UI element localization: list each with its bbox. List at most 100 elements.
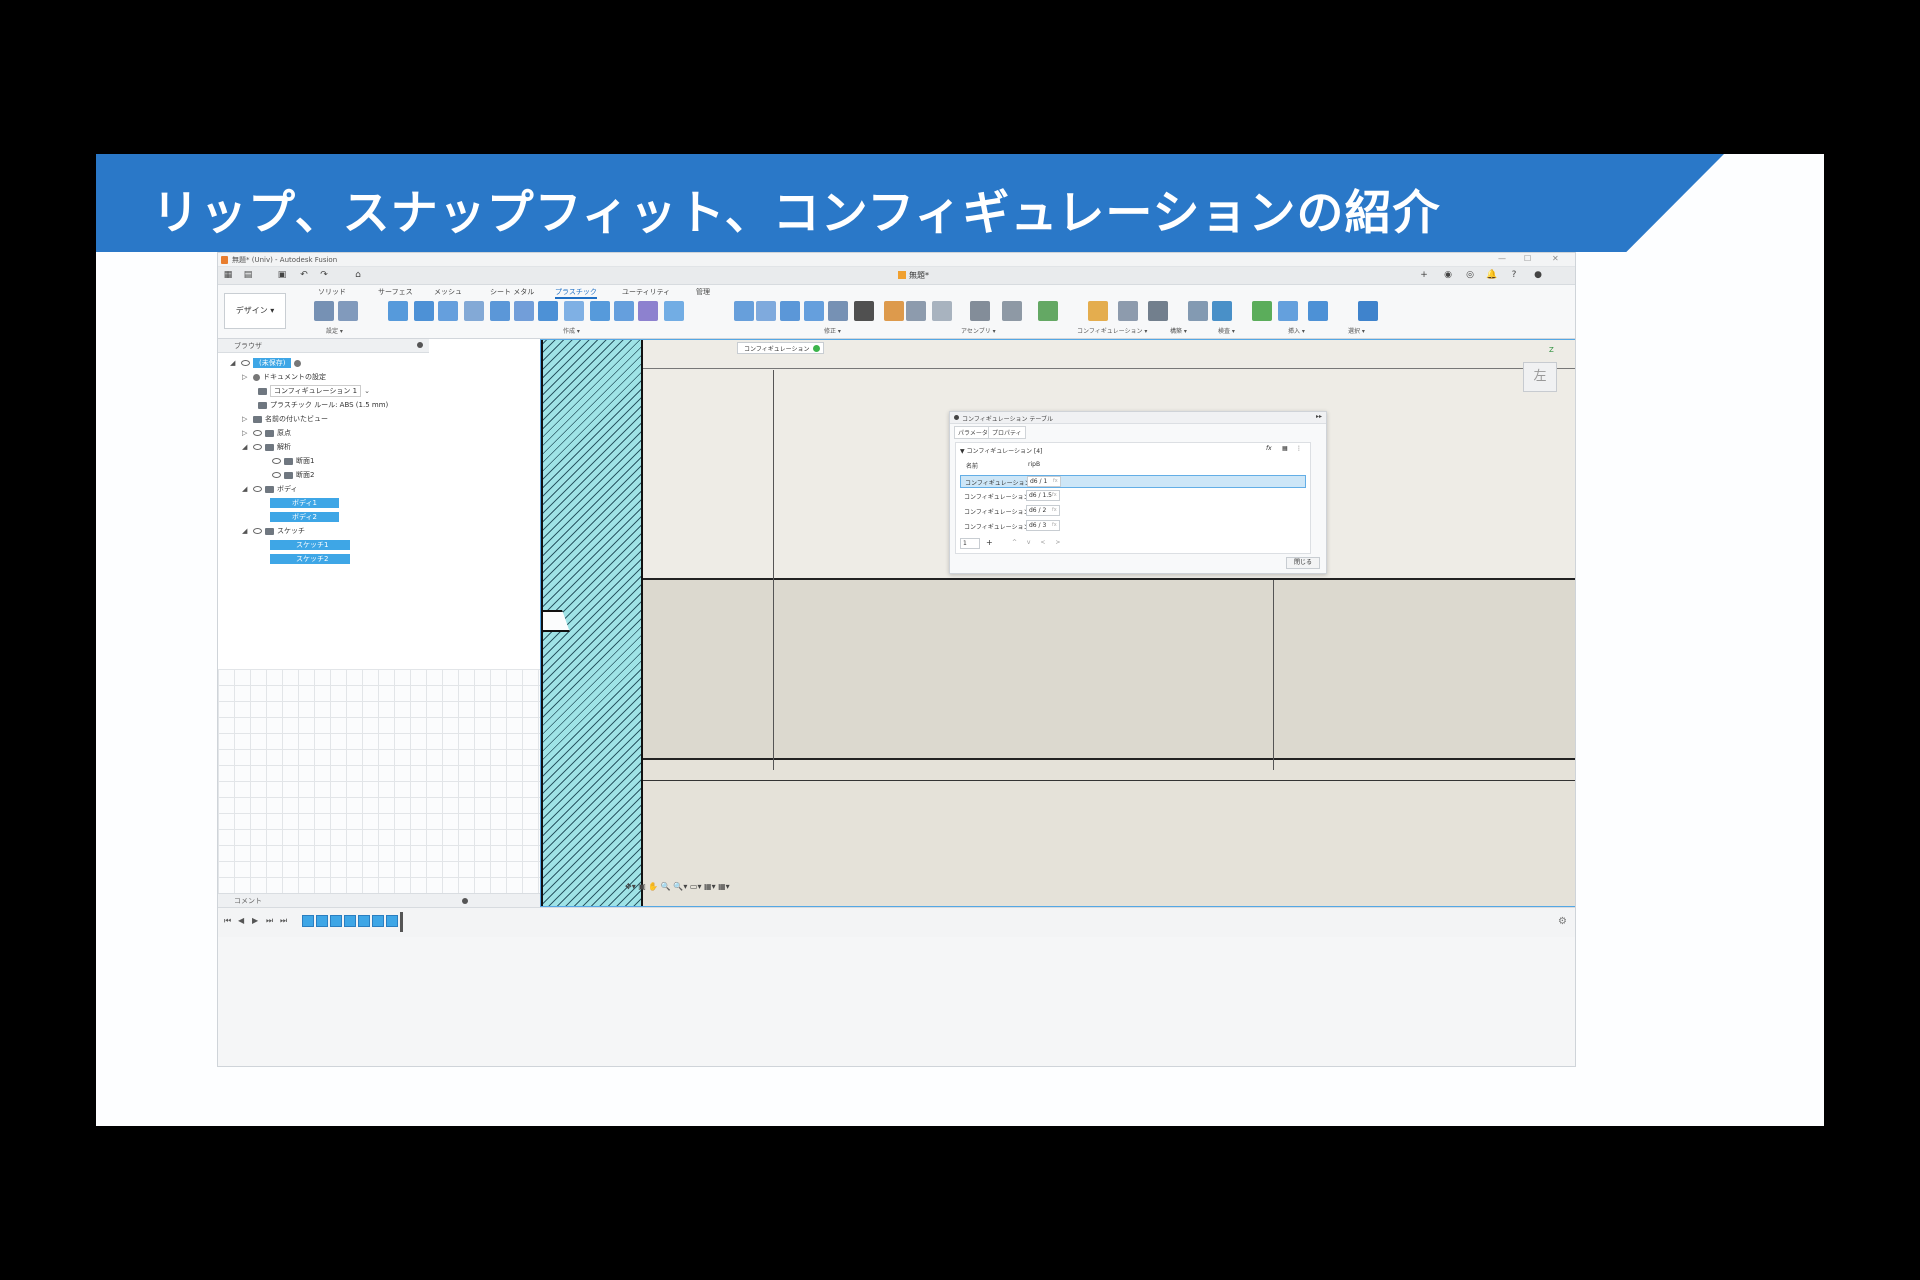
save-icon[interactable]: ▣ [276,270,288,281]
go-to-start-button[interactable]: ⏮ [224,916,231,926]
close-window-button[interactable]: ✕ [1552,254,1559,263]
tree-sketch-2[interactable]: スケッチ2 [270,553,351,565]
activate-icon[interactable] [294,359,302,367]
expand-icon[interactable]: ▷ [242,429,250,437]
config-row-2[interactable]: コンフィギュレーション 2 d6 / 1.5 fx [960,490,1306,503]
tree-bodies[interactable]: ◢ ボディ [242,483,298,495]
group-setup[interactable]: 設定 ▾ [326,326,343,335]
ribbon-tool-icon[interactable] [1002,301,1022,321]
canvas-viewport[interactable]: コンフィギュレーション Z 左 コンフィギュレーション テーブル ▸▸ パラメー… [540,339,1575,907]
ribbon-tool-icon[interactable] [614,301,634,321]
job-status-icon[interactable]: ◉ [1442,270,1454,281]
pin-icon[interactable] [462,898,468,904]
collapse-icon[interactable]: ◢ [242,527,250,535]
tab-parameters[interactable]: パラメータ [954,426,992,439]
step-forward-button[interactable]: ⏭ [266,916,273,926]
tree-doc-settings[interactable]: ▷ ドキュメントの設定 [242,371,326,383]
tree-sketches[interactable]: ◢ スケッチ [242,525,305,537]
grid-menu-icon[interactable]: ▦ [222,270,234,281]
visibility-icon[interactable] [253,528,262,534]
ribbon-tool-icon[interactable] [970,301,990,321]
ribbon-tool-icon[interactable] [1358,301,1378,321]
ribbon-tool-icon[interactable] [590,301,610,321]
ribbon-tool-icon[interactable] [490,301,510,321]
add-configuration-button[interactable]: + [986,538,993,547]
fx-icon[interactable]: fx [1052,507,1057,513]
visibility-icon[interactable] [253,444,262,450]
tree-configuration-select[interactable]: コンフィギュレーション 1 ⌄ [258,385,372,397]
tab-sheet-metal[interactable]: シート メタル [490,287,534,297]
ribbon-tool-icon[interactable] [1088,301,1108,321]
config-row-3[interactable]: コンフィギュレーション 3 d6 / 2 fx [960,505,1306,518]
ribbon-tool-icon[interactable] [734,301,754,321]
tree-section-2[interactable]: 断面2 [272,469,314,481]
tree-plastic-rule[interactable]: プラスチック ルール: ABS (1.5 mm) [258,399,388,411]
navigation-arrows[interactable]: ^ v < > [1012,539,1064,546]
ribbon-tool-icon[interactable] [1148,301,1168,321]
ribbon-tool-icon[interactable] [664,301,684,321]
tab-solid[interactable]: ソリッド [318,287,346,297]
timeline-feature[interactable] [330,915,342,927]
visibility-icon[interactable] [272,458,281,464]
ribbon-tool-icon[interactable] [932,301,952,321]
tab-plastic[interactable]: プラスチック [555,287,597,299]
ribbon-tool-icon[interactable] [828,301,848,321]
collapse-icon[interactable]: ◢ [230,359,238,367]
expand-icon[interactable]: ▷ [242,415,250,423]
config-row-1[interactable]: コンフィギュレーション 1 d6 / 1 fx [960,475,1306,488]
group-inspect[interactable]: 検査 ▾ [1218,326,1235,335]
minimize-button[interactable]: — [1498,254,1506,263]
group-modify[interactable]: 修正 ▾ [824,326,841,335]
ribbon-tool-icon[interactable] [338,301,358,321]
visibility-icon[interactable] [272,472,281,478]
timeline-feature[interactable] [302,915,314,927]
tree-origin[interactable]: ▷ 原点 [242,427,291,439]
visibility-icon[interactable] [253,486,262,492]
ribbon-tool-icon[interactable] [756,301,776,321]
help-icon[interactable]: ? [1508,270,1520,281]
fx-icon[interactable]: fx [1052,492,1057,498]
ribbon-tool-icon[interactable] [1252,301,1272,321]
ribbon-tool-icon[interactable] [1308,301,1328,321]
close-button[interactable]: 閉じる [1286,557,1320,569]
tab-surface[interactable]: サーフェス [378,287,413,297]
ribbon-tool-icon[interactable] [638,301,658,321]
tab-properties[interactable]: プロパティ [988,426,1026,439]
ribbon-tool-icon[interactable] [314,301,334,321]
new-tab-icon[interactable]: + [1418,270,1430,281]
workspace-switcher[interactable]: デザイン ▾ [224,293,286,329]
go-to-end-button[interactable]: ⏭ [280,916,287,926]
fx-icon[interactable]: fx [1052,522,1057,528]
expand-icon[interactable]: ▸▸ [1316,413,1322,420]
configuration-dropdown[interactable]: コンフィギュレーション 1 [270,385,362,397]
ribbon-tool-icon[interactable] [854,301,874,321]
collapse-icon[interactable]: ◢ [242,443,250,451]
configuration-group-header[interactable]: ▼ コンフィギュレーション [4] [960,446,1042,455]
table-settings-icon[interactable]: ▦ [1282,445,1288,452]
timeline-marker[interactable] [400,912,403,932]
tree-body-1[interactable]: ボディ1 [270,497,339,509]
group-configure[interactable]: コンフィギュレーション ▾ [1077,326,1147,335]
tab-utility[interactable]: ユーティリティ [622,287,670,297]
ribbon-tool-icon[interactable] [1212,301,1232,321]
timeline-feature[interactable] [372,915,384,927]
undo-icon[interactable]: ↶ [298,270,310,281]
ribbon-tool-icon[interactable] [564,301,584,321]
ribbon-tool-icon[interactable] [438,301,458,321]
ribbon-tool-icon[interactable] [388,301,408,321]
timeline-feature[interactable] [316,915,328,927]
page-input[interactable]: 1 [960,538,980,549]
tab-mesh[interactable]: メッシュ [434,287,462,297]
group-insert[interactable]: 挿入 ▾ [1288,326,1305,335]
ribbon-tool-icon[interactable] [514,301,534,321]
ribbon-tool-icon[interactable] [906,301,926,321]
timeline-feature[interactable] [344,915,356,927]
group-assemble[interactable]: アセンブリ ▾ [961,326,996,335]
ribbon-tool-icon[interactable] [1278,301,1298,321]
group-create[interactable]: 作成 ▾ [563,326,580,335]
file-icon[interactable]: ▤ [242,270,254,281]
timeline-feature[interactable] [358,915,370,927]
ribbon-tool-icon[interactable] [538,301,558,321]
pin-icon[interactable] [417,342,423,348]
play-button[interactable]: ▶ [252,916,258,925]
